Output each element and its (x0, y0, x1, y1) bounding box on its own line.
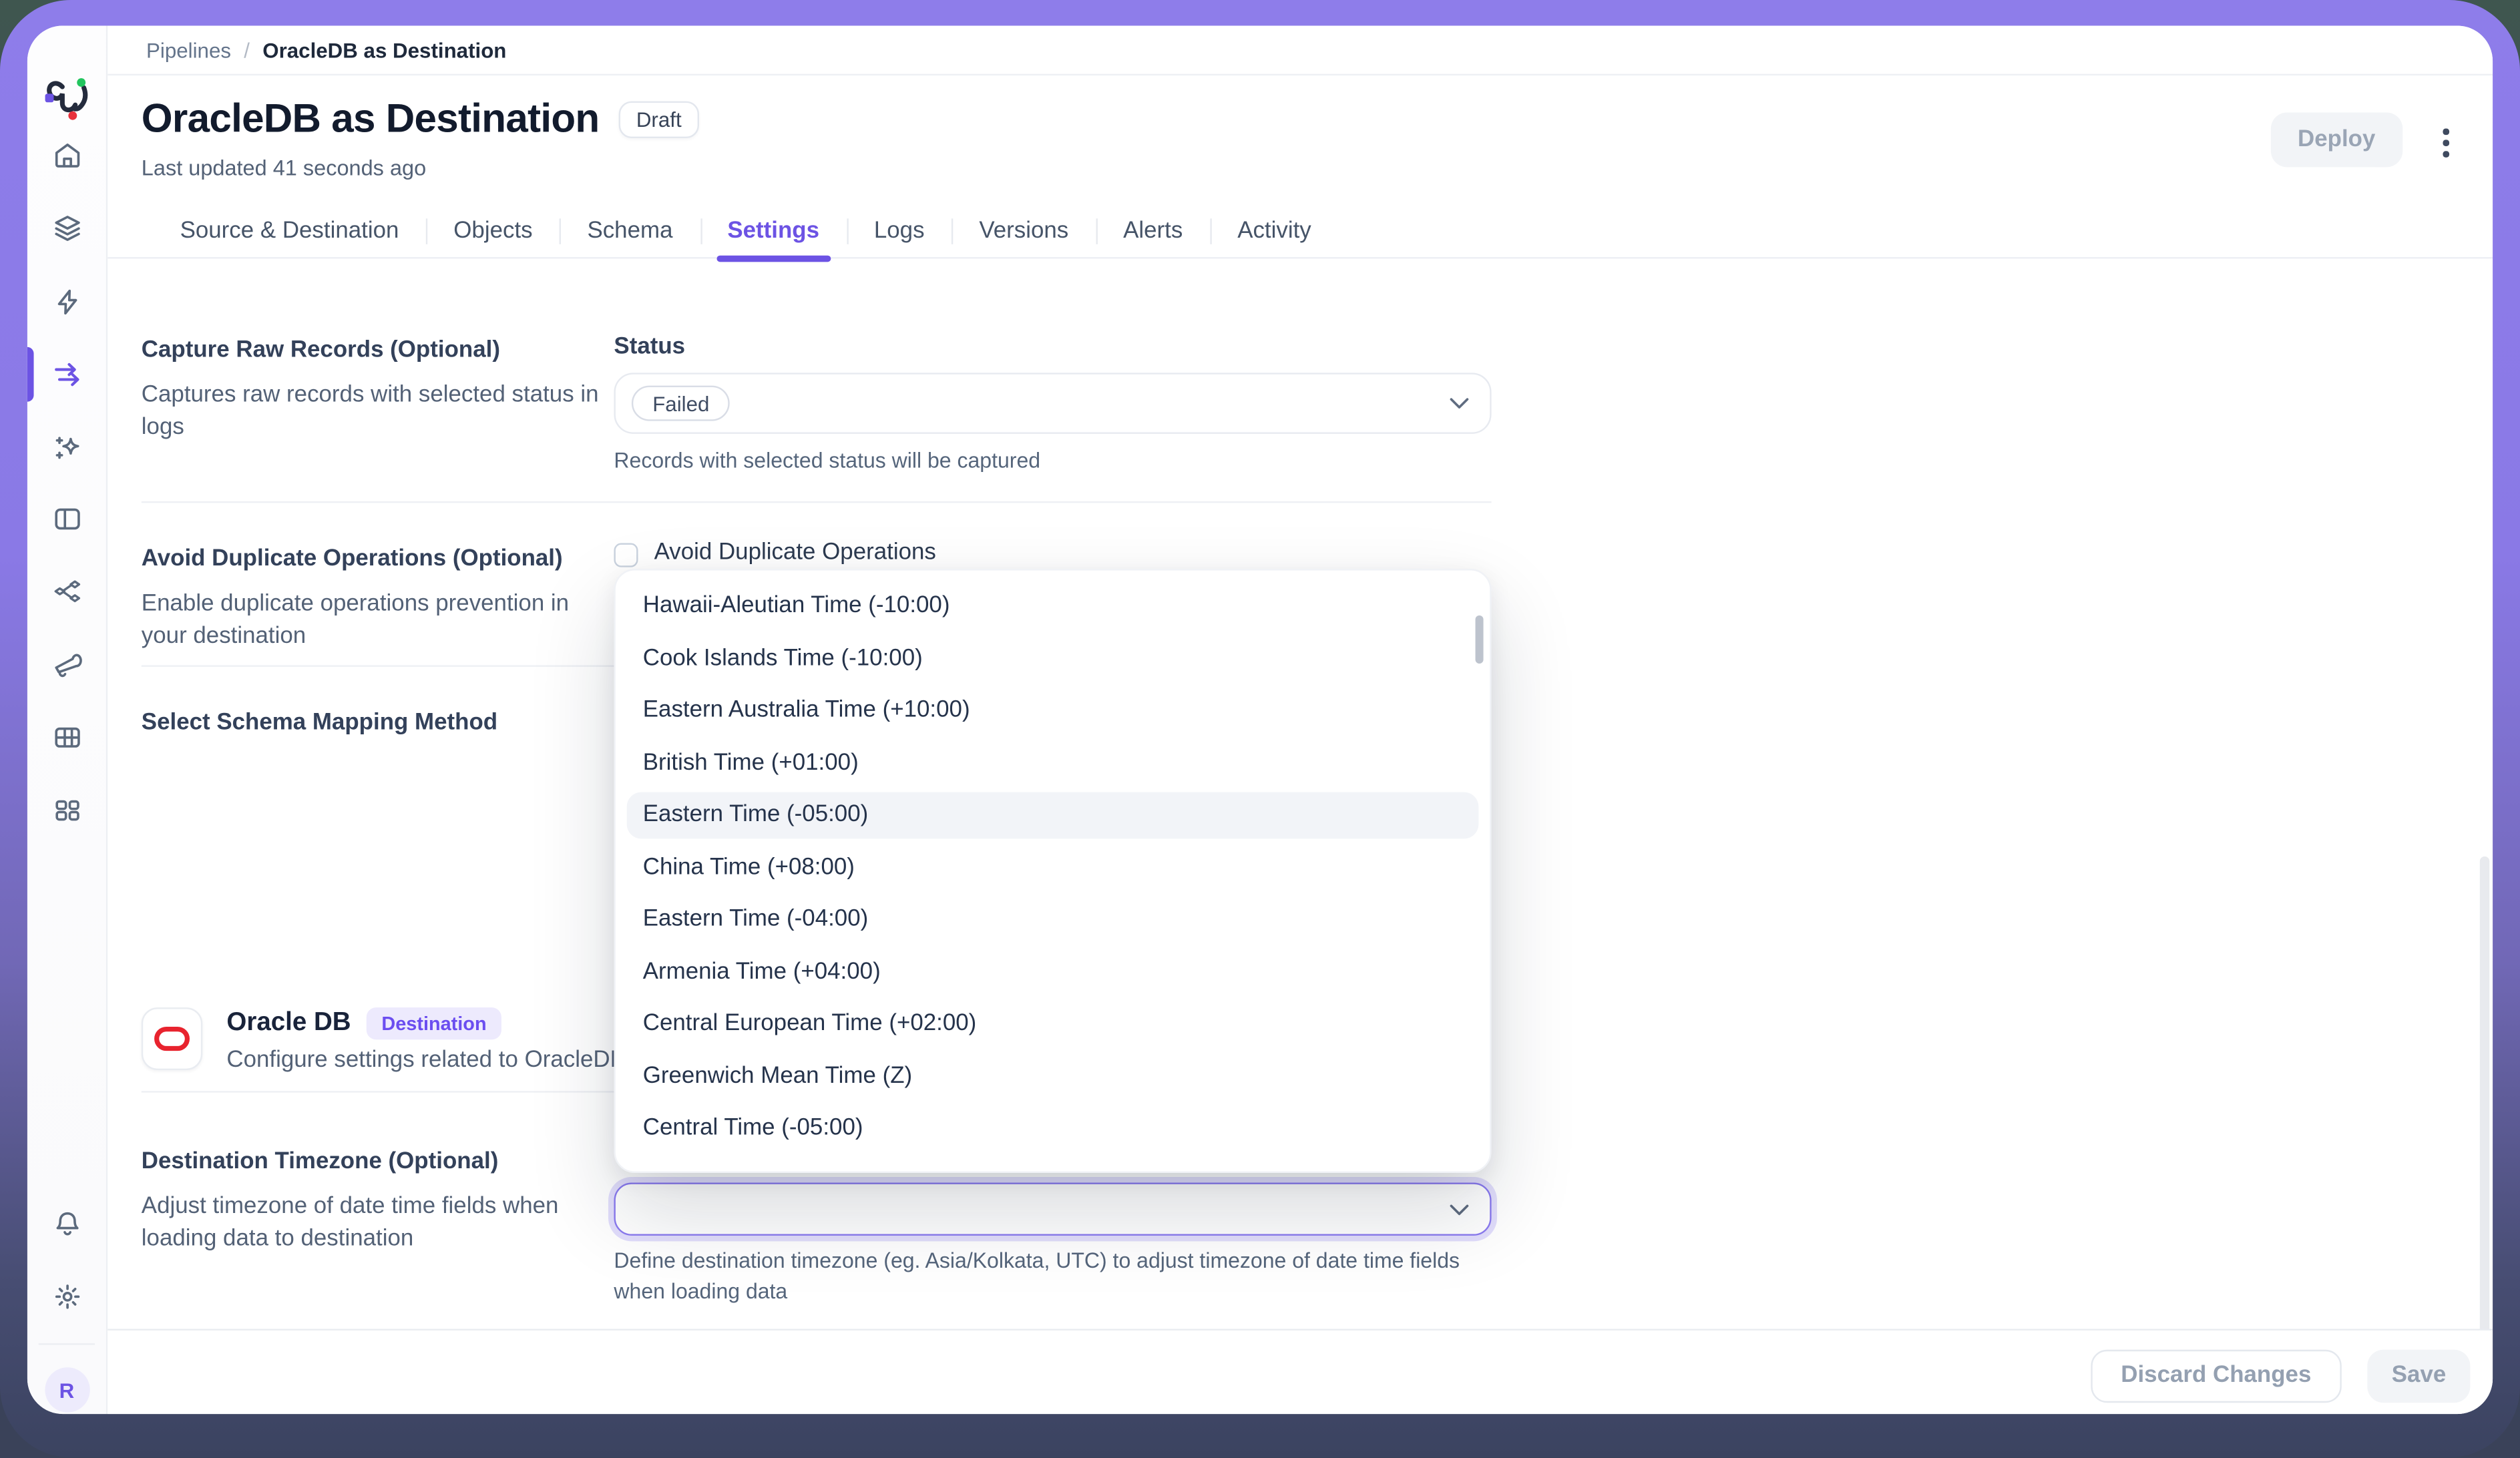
settings-gear-icon[interactable] (49, 1279, 84, 1314)
discard-changes-button[interactable]: Discard Changes (2091, 1349, 2342, 1402)
timezone-option[interactable]: Armenia Time (+04:00) (627, 949, 1479, 995)
connector-description: Configure settings related to OracleDB (226, 1047, 626, 1073)
timezone-helper-text: Define destination timezone (eg. Asia/Ko… (614, 1247, 1491, 1308)
bell-icon[interactable] (49, 1207, 84, 1242)
destination-timezone-label: Destination Timezone (Optional) Adjust t… (142, 1146, 604, 1256)
main-area: Pipelines / OracleDB as Destination Orac… (108, 26, 2493, 1415)
connector-name: Oracle DB (226, 1009, 351, 1038)
sidebar: R (27, 26, 108, 1415)
destination-badge: Destination (367, 1007, 501, 1039)
tab[interactable]: Versions (952, 205, 1096, 258)
megaphone-icon[interactable] (49, 646, 84, 682)
page-title: OracleDB as Destination (142, 96, 600, 143)
tab[interactable]: Source & Destination (153, 205, 427, 258)
layout-panel-icon[interactable] (49, 501, 84, 537)
table-icon[interactable] (49, 720, 84, 755)
timezone-option[interactable]: British Time (+01:00) (627, 740, 1479, 786)
zap-icon[interactable] (49, 284, 84, 320)
timezone-option[interactable]: Cook Islands Time (-10:00) (627, 636, 1479, 682)
section-divider (142, 501, 1492, 503)
tab-label: Alerts (1123, 218, 1183, 244)
timezone-option[interactable]: Greenwich Mean Time (Z) (627, 1053, 1479, 1100)
tab-label: Activity (1237, 218, 1311, 244)
schema-mapping-label: Select Schema Mapping Method (142, 707, 604, 751)
last-updated: Last updated 41 seconds ago (142, 156, 426, 180)
share-network-icon[interactable] (49, 573, 84, 609)
status-field-label: Status (614, 334, 685, 360)
oracle-ring-icon (154, 1027, 190, 1051)
tab-label: Versions (979, 218, 1068, 244)
avoid-duplicates-checkbox[interactable] (614, 543, 638, 567)
oracle-logo (142, 1007, 202, 1070)
timezone-options: Hawaii-Aleutian Time (-10:00) Cook Island… (627, 583, 1479, 1152)
timezone-select[interactable] (614, 1182, 1491, 1235)
status-select[interactable]: Failed (614, 373, 1491, 433)
status-value-chip[interactable]: Failed (632, 386, 730, 421)
timezone-option[interactable]: Eastern Time (-04:00) (627, 897, 1479, 943)
breadcrumb-parent[interactable]: Pipelines (146, 38, 231, 62)
status-helper-text: Records with selected status will be cap… (614, 447, 1040, 477)
tab[interactable]: Alerts (1096, 205, 1210, 258)
breadcrumb-separator: / (244, 38, 250, 62)
tab[interactable]: Activity (1210, 205, 1338, 258)
avoid-duplicates-checkbox-label[interactable]: Avoid Duplicate Operations (654, 540, 936, 566)
timezone-dropdown: Hawaii-Aleutian Time (-10:00) Cook Island… (614, 569, 1491, 1173)
app-window: R Pipelines / OracleDB as Destination Or… (27, 26, 2493, 1415)
tabs: Source & Destination Objects Schema Sett… (108, 206, 2493, 258)
timezone-option[interactable]: China Time (+08:00) (627, 844, 1479, 891)
tab[interactable]: Objects (426, 205, 560, 258)
app-logo[interactable] (43, 75, 91, 120)
sidebar-divider (39, 1343, 95, 1345)
footer-bar: Discard Changes Save (108, 1328, 2493, 1414)
tab[interactable]: Schema (560, 205, 700, 258)
breadcrumb-current: OracleDB as Destination (262, 38, 506, 62)
tab[interactable]: Settings (700, 205, 847, 258)
more-options-icon[interactable] (2435, 126, 2457, 161)
home-icon[interactable] (49, 138, 84, 174)
timezone-option[interactable]: Eastern Australia Time (+10:00) (627, 688, 1479, 734)
grid-icon[interactable] (49, 792, 84, 828)
tab-label: Source & Destination (180, 218, 399, 244)
layers-icon[interactable] (49, 210, 84, 246)
active-nav-indicator (27, 347, 34, 402)
screen: R Pipelines / OracleDB as Destination Or… (0, 0, 2520, 1457)
chevron-down-icon (1450, 1203, 1469, 1216)
chevron-down-icon (1450, 397, 1469, 410)
pipelines-arrows-icon[interactable] (49, 356, 84, 392)
tab-label: Settings (727, 218, 819, 244)
save-button[interactable]: Save (2368, 1349, 2471, 1402)
timezone-option[interactable]: Central European Time (+02:00) (627, 1001, 1479, 1047)
sparkles-icon[interactable] (49, 431, 84, 466)
tab-label: Logs (874, 218, 925, 244)
tab-label: Schema (587, 218, 672, 244)
timezone-option[interactable]: Central Time (-05:00) (627, 1106, 1479, 1152)
capture-raw-label: Capture Raw Records (Optional) Captures … (142, 334, 604, 445)
deploy-button[interactable]: Deploy (2270, 112, 2402, 167)
breadcrumb: Pipelines / OracleDB as Destination (108, 26, 2493, 76)
timezone-option[interactable]: Hawaii-Aleutian Time (-10:00) (627, 583, 1479, 630)
status-badge: Draft (618, 101, 699, 138)
tab-label: Objects (453, 218, 532, 244)
tab[interactable]: Logs (847, 205, 952, 258)
dropdown-scrollbar-thumb[interactable] (1476, 616, 1484, 664)
timezone-option[interactable]: Eastern Time (-05:00) (627, 792, 1479, 839)
avoid-duplicates-label: Avoid Duplicate Operations (Optional) En… (142, 543, 604, 654)
user-avatar[interactable]: R (44, 1367, 89, 1412)
